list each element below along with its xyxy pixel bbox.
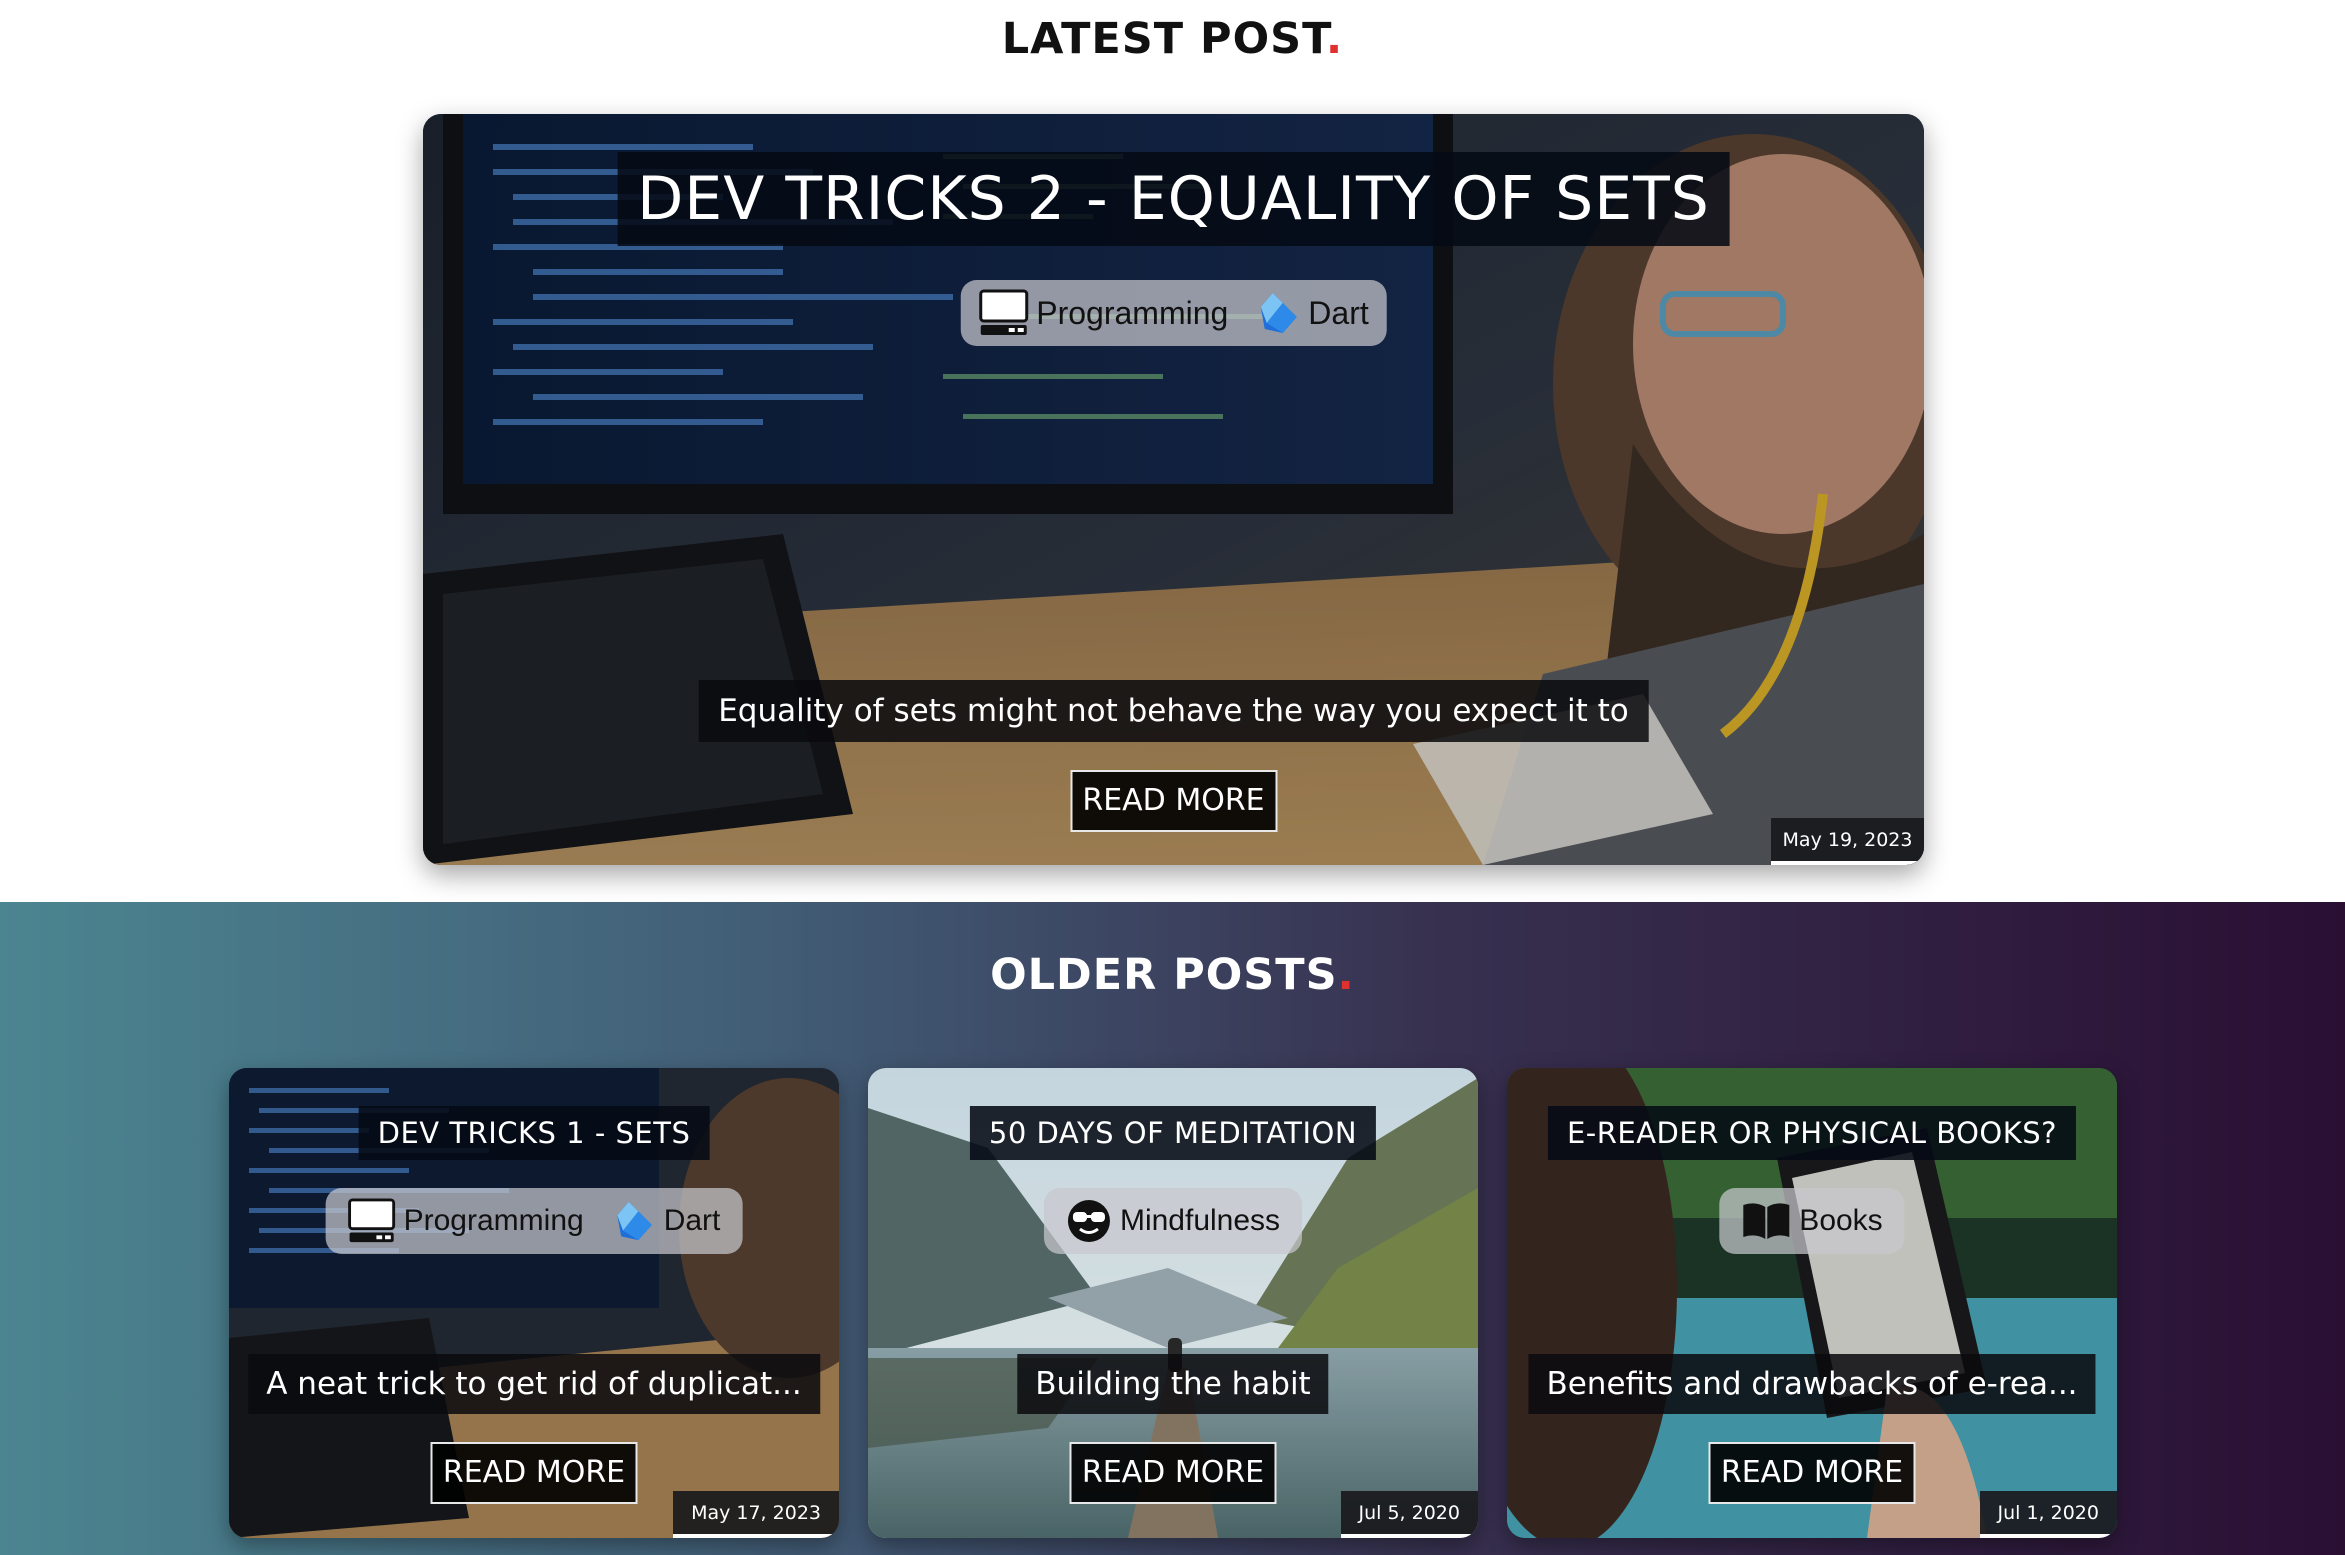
tag-dart[interactable]: Dart	[610, 1198, 721, 1244]
tag-programming[interactable]: Programming	[348, 1198, 584, 1244]
post-title[interactable]: 50 DAYS OF MEDITATION	[969, 1106, 1377, 1160]
post-title[interactable]: E-READER OR PHYSICAL BOOKS?	[1547, 1106, 2077, 1160]
latest-post-tags: Programming Dart	[960, 280, 1387, 346]
post-excerpt: Building the habit	[1017, 1354, 1329, 1414]
post-title[interactable]: DEV TRICKS 1 - SETS	[358, 1106, 710, 1160]
tag-label: Programming	[403, 1204, 584, 1237]
tag-label: Mindfulness	[1119, 1204, 1281, 1237]
post-tags: Mindfulness	[1043, 1188, 1303, 1254]
latest-post-title[interactable]: DEV TRICKS 2 - EQUALITY OF SETS	[617, 152, 1730, 246]
post-date: Jul 1, 2020	[1979, 1491, 2117, 1538]
post-date: Jul 5, 2020	[1340, 1491, 1478, 1538]
tag-dart[interactable]: Dart	[1252, 289, 1369, 337]
tag-label: Books	[1799, 1204, 1883, 1237]
tag-label: Programming	[1036, 294, 1229, 331]
latest-post-section: LATEST POST. DEV TRICKS 2 - EQUALITY OF …	[0, 0, 2345, 902]
latest-post-excerpt: Equality of sets might not behave the wa…	[698, 680, 1649, 742]
post-date: May 19, 2023	[1771, 818, 1924, 865]
older-posts-section: OLDER POSTS. DEV TRICKS 1 - SETS Program…	[0, 902, 2345, 1555]
book-icon	[1743, 1203, 1790, 1239]
dart-icon	[617, 1201, 652, 1241]
read-more-button[interactable]: READ MORE	[1070, 770, 1277, 832]
latest-heading-text: LATEST POST	[1001, 14, 1326, 64]
tag-label: Dart	[663, 1204, 721, 1237]
post-date: May 17, 2023	[673, 1491, 839, 1538]
post-tags: Programming Dart	[325, 1188, 743, 1254]
computer-icon	[978, 289, 1028, 335]
tag-programming[interactable]: Programming	[978, 289, 1228, 337]
dart-icon	[1260, 293, 1297, 333]
post-card[interactable]: DEV TRICKS 1 - SETS Programming Dart A n…	[229, 1068, 839, 1538]
computer-icon	[348, 1198, 396, 1243]
read-more-button[interactable]: READ MORE	[430, 1442, 638, 1504]
latest-post-card[interactable]: DEV TRICKS 2 - EQUALITY OF SETS Programm…	[423, 114, 1924, 865]
post-excerpt: Benefits and drawbacks of e-rea...	[1528, 1354, 2096, 1414]
older-heading-text: OLDER POSTS	[990, 950, 1338, 1000]
tag-mindfulness[interactable]: Mindfulness	[1066, 1198, 1280, 1244]
latest-post-heading: LATEST POST.	[0, 14, 2345, 64]
post-card[interactable]: 50 DAYS OF MEDITATION Mindfulness Buildi…	[868, 1068, 1478, 1538]
sunglasses-face-icon	[1067, 1200, 1110, 1242]
tag-label: Dart	[1308, 294, 1369, 331]
tag-books[interactable]: Books	[1741, 1201, 1883, 1241]
heading-accent-dot: .	[1325, 14, 1344, 64]
older-posts-heading: OLDER POSTS.	[0, 950, 2345, 1000]
heading-accent-dot: .	[1337, 950, 1355, 1000]
read-more-button[interactable]: READ MORE	[1708, 1442, 1916, 1504]
post-card[interactable]: E-READER OR PHYSICAL BOOKS? Books Benefi…	[1507, 1068, 2117, 1538]
read-more-button[interactable]: READ MORE	[1069, 1442, 1277, 1504]
post-excerpt: A neat trick to get rid of duplicat...	[248, 1354, 820, 1414]
post-tags: Books	[1719, 1188, 1905, 1254]
